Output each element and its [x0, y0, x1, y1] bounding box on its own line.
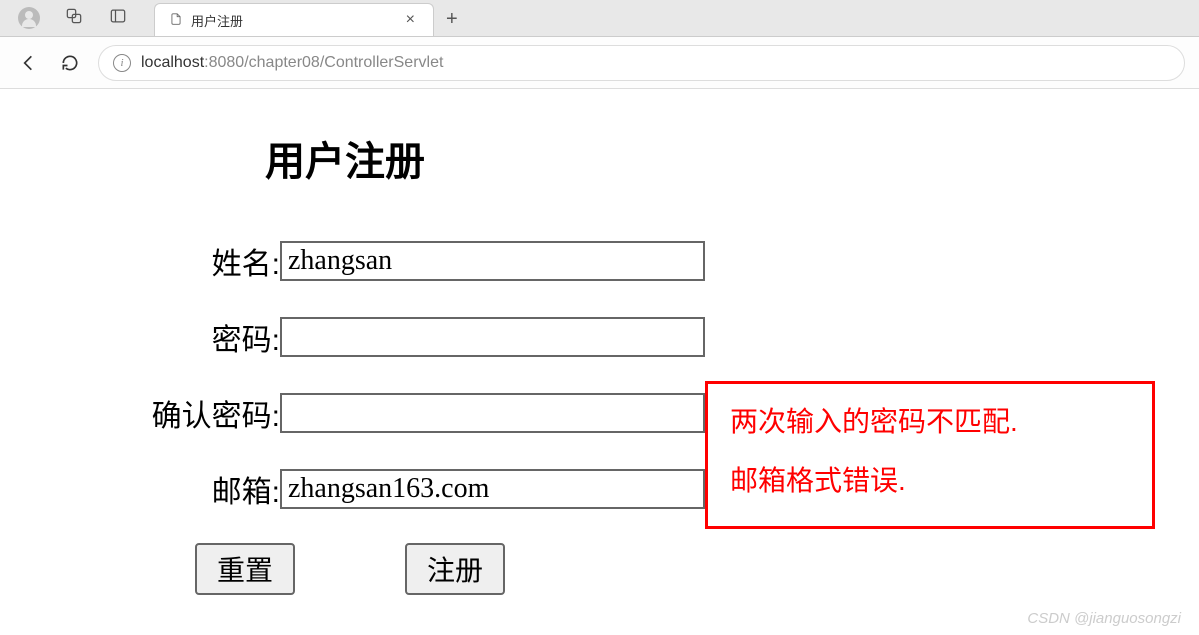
workspaces-icon[interactable]	[64, 6, 84, 31]
error-message: 两次输入的密码不匹配.	[730, 402, 1130, 441]
back-button[interactable]	[14, 49, 42, 77]
address-bar[interactable]: i localhost:8080/chapter08/ControllerSer…	[98, 45, 1185, 81]
label-password: 密码:	[50, 315, 280, 359]
address-bar-row: i localhost:8080/chapter08/ControllerSer…	[0, 37, 1199, 89]
page-icon	[169, 12, 183, 29]
url-host: localhost	[141, 54, 204, 71]
profile-avatar-icon[interactable]	[18, 7, 40, 29]
label-name: 姓名:	[50, 239, 280, 283]
page-title: 用户注册	[265, 129, 1149, 187]
error-box: 两次输入的密码不匹配. 邮箱格式错误.	[705, 381, 1155, 529]
titlebar-controls	[0, 0, 146, 36]
watermark: CSDN @jianguosongzi	[1027, 610, 1181, 627]
submit-button[interactable]: 注册	[405, 543, 505, 595]
refresh-button[interactable]	[56, 49, 84, 77]
url-path: /chapter08/ControllerServlet	[244, 54, 443, 71]
tab-actions-icon[interactable]	[108, 6, 128, 31]
url-port: :8080	[204, 54, 244, 71]
browser-tab-strip: 用户注册 × +	[0, 0, 1199, 37]
confirm-password-input[interactable]	[280, 393, 705, 433]
name-input[interactable]	[280, 241, 705, 281]
tab-title: 用户注册	[191, 11, 394, 30]
label-email: 邮箱:	[50, 467, 280, 511]
url-text: localhost:8080/chapter08/ControllerServl…	[141, 54, 443, 72]
error-message: 邮箱格式错误.	[730, 461, 1130, 500]
site-info-icon[interactable]: i	[113, 54, 131, 72]
new-tab-button[interactable]: +	[434, 3, 470, 36]
close-icon[interactable]: ×	[402, 11, 419, 29]
email-input[interactable]	[280, 469, 705, 509]
label-confirm: 确认密码:	[50, 391, 280, 435]
row-password: 密码:	[50, 315, 1149, 359]
button-row: 重置 注册	[195, 543, 1149, 595]
page-content: 用户注册 姓名: 密码: 确认密码: 邮箱: 重置 注册 两次输入的密码不匹配.…	[0, 89, 1199, 635]
password-input[interactable]	[280, 317, 705, 357]
row-name: 姓名:	[50, 239, 1149, 283]
reset-button[interactable]: 重置	[195, 543, 295, 595]
browser-tab[interactable]: 用户注册 ×	[154, 3, 434, 36]
